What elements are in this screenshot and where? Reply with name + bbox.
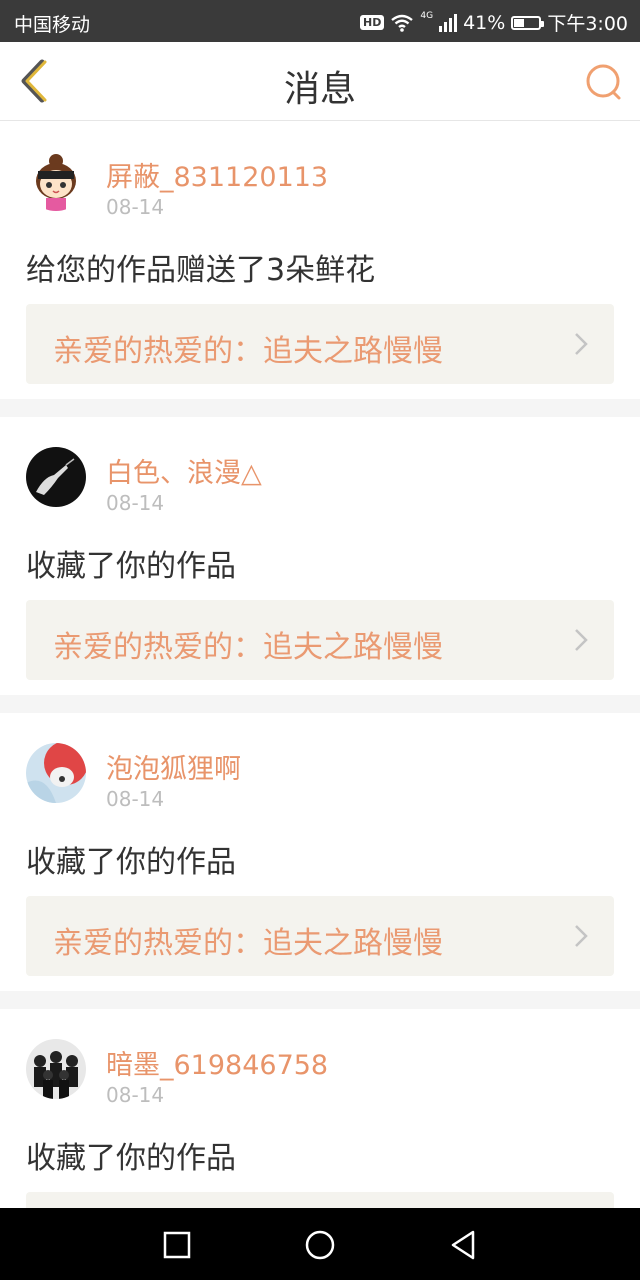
chevron-right-icon [575,629,588,651]
network-type-label: 4G [420,10,434,21]
message-date: 08-14 [106,787,165,811]
status-bar: 中国移动 HD 4G 41% 下午3:00 [0,0,640,42]
avatar[interactable] [26,447,86,507]
message-text: 给您的作品赠送了3朵鲜花 [26,253,376,288]
hd-icon: HD [360,15,385,30]
work-title: 亲爱的热爱的：追夫之路慢慢 [53,630,443,665]
work-link[interactable]: 亲爱的热爱的：追夫之路慢慢 [26,304,614,384]
chevron-right-icon [575,925,588,947]
message-text: 收藏了你的作品 [26,549,236,584]
battery-icon [511,15,545,30]
message-list[interactable]: 屏蔽_831120113 08-14 给您的作品赠送了3朵鲜花 亲爱的热爱的：追… [0,121,640,1208]
app-header: 消息 [0,42,640,121]
message-text: 收藏了你的作品 [26,1141,236,1176]
username[interactable]: 暗墨_619846758 [106,1043,328,1082]
message-text: 收藏了你的作品 [26,845,236,880]
chevron-right-icon [575,333,588,355]
message-card: 白色、浪漫△ 08-14 收藏了你的作品 亲爱的热爱的：追夫之路慢慢 [0,417,640,695]
avatar[interactable] [26,743,86,803]
hand-photo-avatar-icon [26,447,86,507]
cartoon-girl-avatar-icon [26,151,86,211]
message-card: 暗墨_619846758 08-14 收藏了你的作品 [0,1009,640,1208]
search-icon[interactable] [584,62,624,102]
work-link[interactable]: 亲爱的热爱的：追夫之路慢慢 [26,600,614,680]
fox-avatar-icon [26,743,86,803]
username[interactable]: 泡泡狐狸啊 [106,747,241,786]
avatar[interactable] [26,151,86,211]
message-card: 屏蔽_831120113 08-14 给您的作品赠送了3朵鲜花 亲爱的热爱的：追… [0,121,640,399]
signal-icon [439,13,458,32]
battery-percent: 41% [463,11,506,34]
triangle-back-icon[interactable] [446,1228,480,1262]
message-card: 泡泡狐狸啊 08-14 收藏了你的作品 亲爱的热爱的：追夫之路慢慢 [0,713,640,991]
work-title: 亲爱的热爱的：追夫之路慢慢 [53,926,443,961]
clock: 下午3:00 [547,13,628,35]
avatar[interactable] [26,1039,86,1099]
group-photo-avatar-icon [26,1039,86,1099]
work-link[interactable]: 亲爱的热爱的：追夫之路慢慢 [26,896,614,976]
carrier-label: 中国移动 [14,14,91,36]
square-icon[interactable] [160,1228,194,1262]
page-title: 消息 [283,69,356,110]
message-date: 08-14 [106,491,165,515]
message-date: 08-14 [106,195,165,219]
wifi-icon [391,14,414,32]
work-title: 亲爱的热爱的：追夫之路慢慢 [53,334,443,369]
username[interactable]: 白色、浪漫△ [106,451,262,490]
system-nav-bar [0,1208,640,1280]
message-date: 08-14 [106,1083,165,1107]
username[interactable]: 屏蔽_831120113 [106,155,328,194]
status-icons: HD 4G 41% 下午3:00 [360,9,628,36]
circle-icon[interactable] [303,1228,337,1262]
work-link[interactable] [26,1192,614,1208]
